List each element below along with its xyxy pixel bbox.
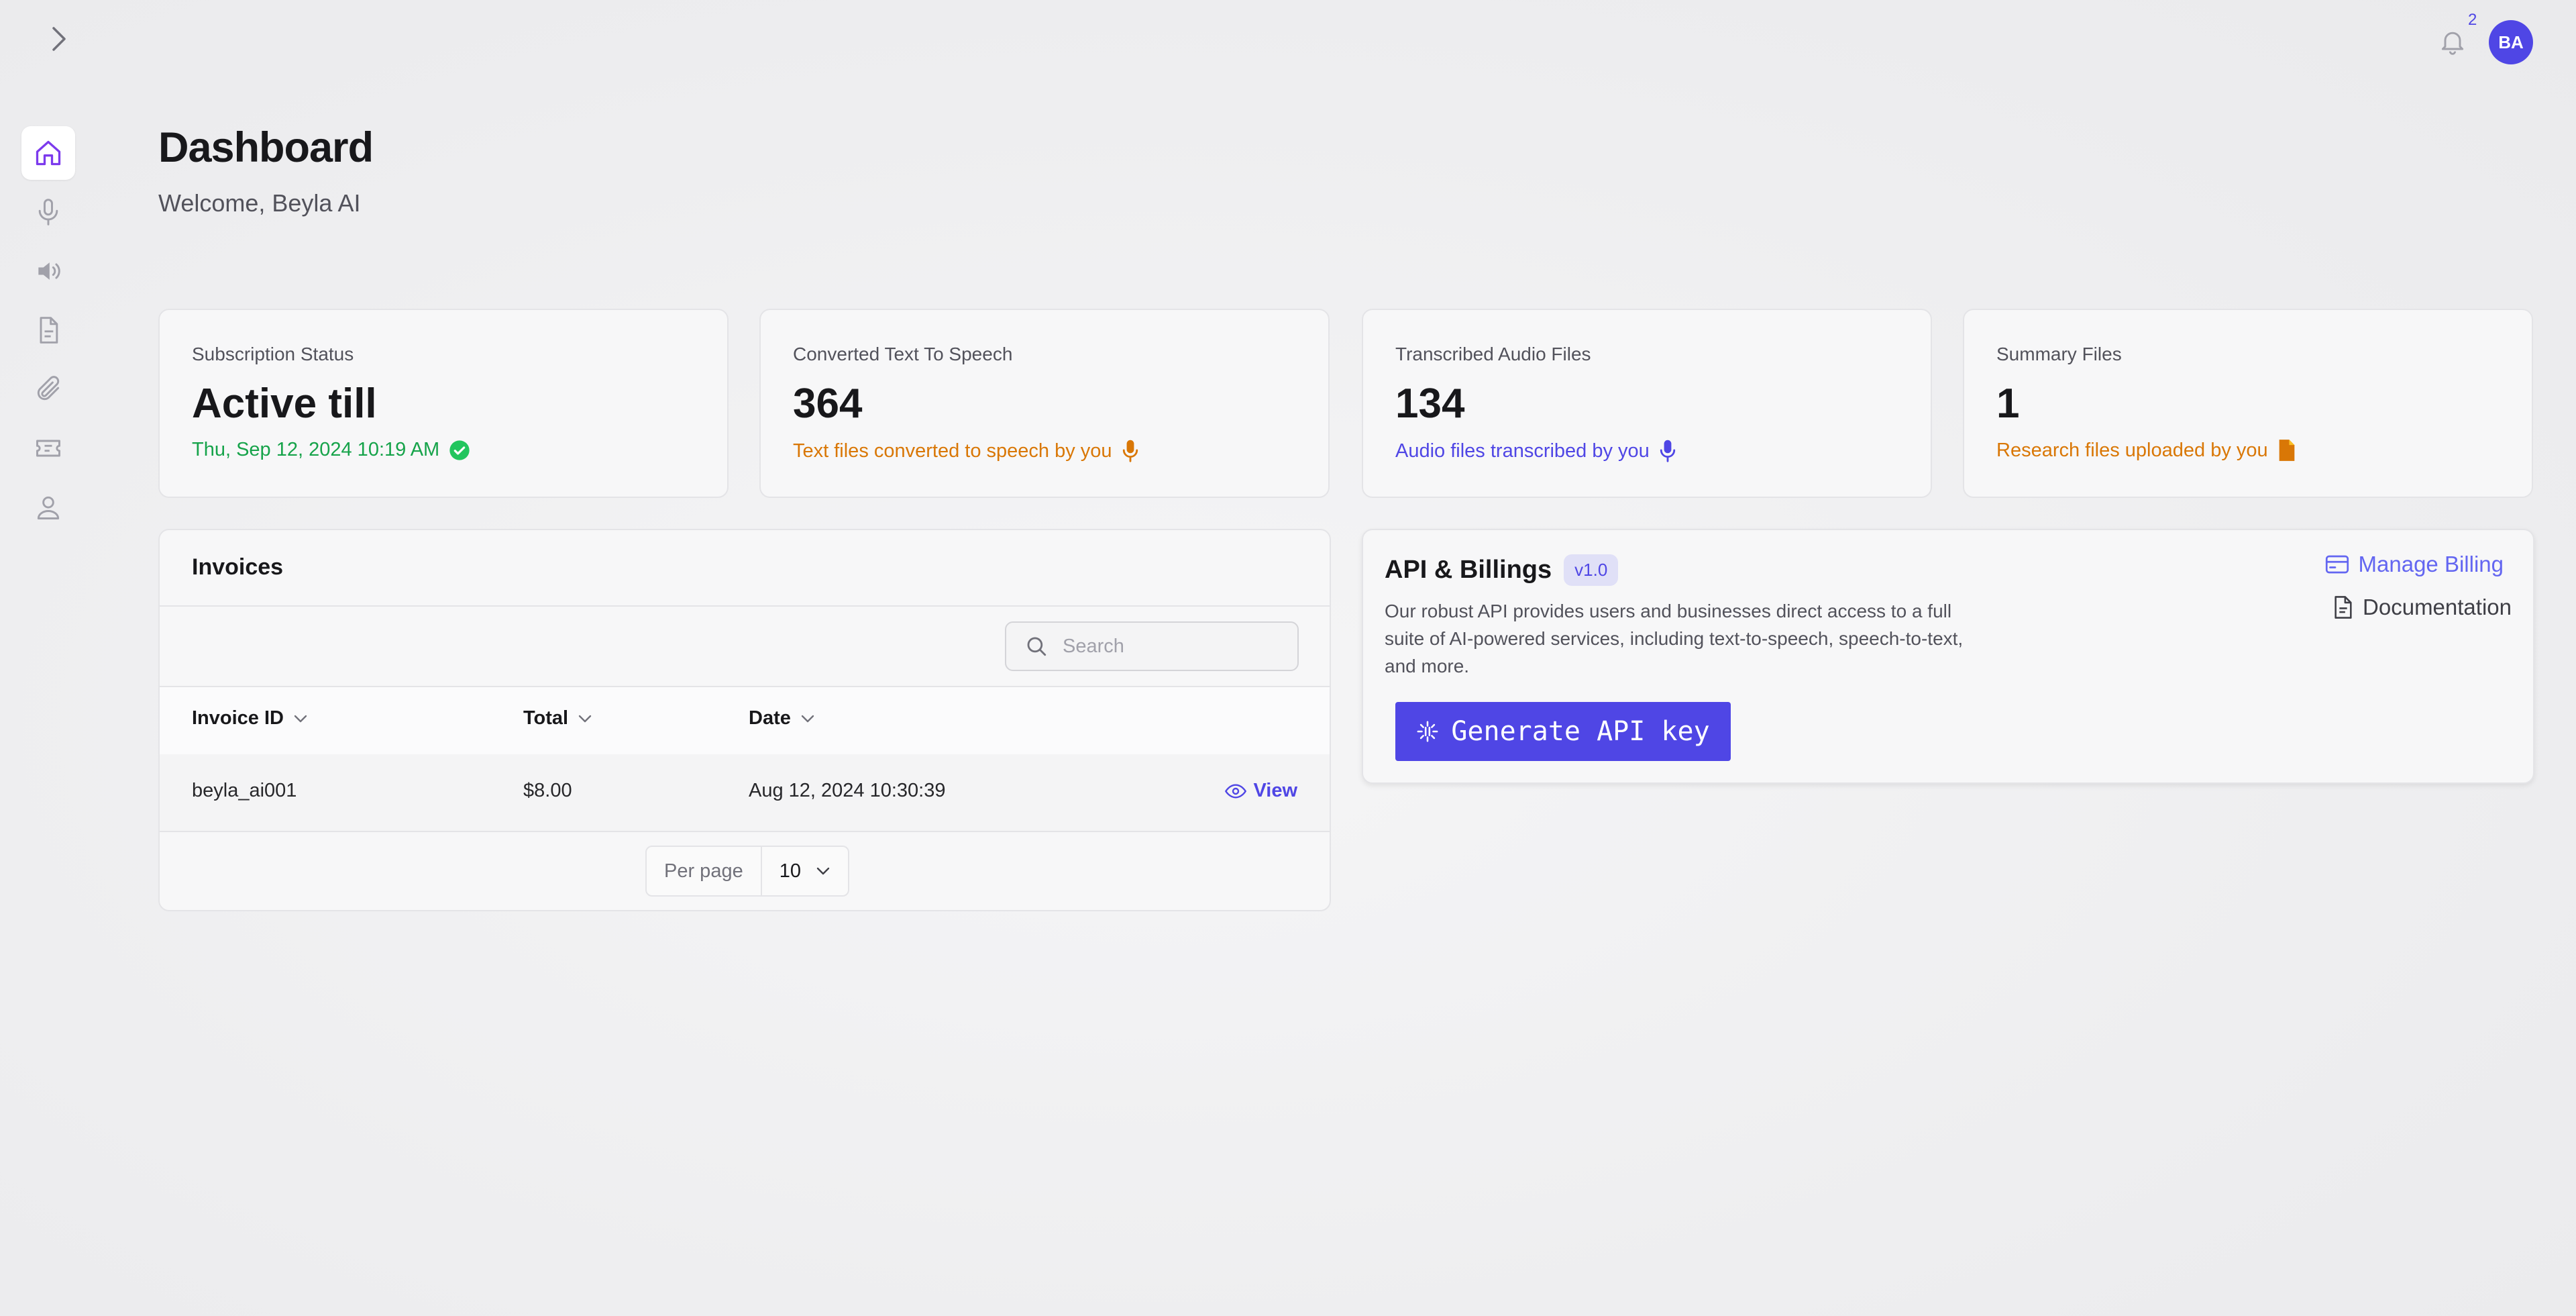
invoice-search[interactable]: [1005, 621, 1299, 671]
expand-sidebar-button[interactable]: [44, 24, 74, 54]
search-input[interactable]: [1061, 634, 1279, 658]
cell-invoice-id: beyla_ai001: [192, 780, 297, 801]
divider: [160, 605, 1330, 607]
transcribed-audio-card: Transcribed Audio Files 134 Audio files …: [1362, 309, 1932, 498]
sidebar-item-profile[interactable]: [21, 480, 75, 534]
notification-count: 2: [2468, 11, 2477, 29]
stat-note: Thu, Sep 12, 2024 10:19 AM: [192, 439, 470, 461]
api-billing-card: API & Billings v1.0 Our robust API provi…: [1362, 529, 2534, 784]
chevron-right-icon: [52, 27, 66, 51]
column-date[interactable]: Date: [749, 707, 815, 729]
version-badge: v1.0: [1564, 554, 1619, 586]
microphone-icon: [1660, 440, 1675, 462]
stat-value: 1: [1996, 381, 2020, 427]
sidebar-item-attachments[interactable]: [21, 362, 75, 416]
per-page-label: Per page: [647, 847, 762, 895]
stat-note-text: Thu, Sep 12, 2024 10:19 AM: [192, 439, 440, 460]
column-total[interactable]: Total: [523, 707, 592, 729]
stat-note: Text files converted to speech by you: [793, 439, 1139, 463]
microphone-icon: [38, 199, 58, 225]
stat-label: Subscription Status: [192, 344, 354, 364]
user-icon: [37, 496, 60, 519]
bell-icon: [2441, 32, 2464, 55]
page-title: Dashboard: [158, 124, 374, 171]
text-to-speech-card: Converted Text To Speech 364 Text files …: [759, 309, 1330, 498]
credit-card-icon: [2325, 555, 2349, 574]
stat-value: 134: [1395, 381, 1465, 427]
microphone-icon: [1122, 440, 1138, 462]
chevron-down-icon: [294, 715, 307, 722]
pagination: Per page 10: [645, 846, 849, 897]
stat-value: Active till: [192, 381, 377, 427]
ticket-icon: [36, 440, 60, 457]
sidebar-item-home[interactable]: [21, 126, 75, 180]
manage-billing-label: Manage Billing: [2358, 552, 2504, 576]
cell-total: $8.00: [523, 780, 572, 801]
speaker-icon: [38, 262, 60, 280]
file-icon: [2279, 440, 2294, 461]
sidebar-item-speech-to-text[interactable]: [21, 185, 75, 239]
column-label: Total: [523, 707, 569, 729]
divider: [160, 686, 1330, 687]
eye-icon: [1225, 783, 1247, 799]
notifications-button[interactable]: [2435, 24, 2470, 59]
manage-billing-link[interactable]: Manage Billing: [2325, 552, 2504, 577]
chevron-down-icon: [816, 867, 830, 875]
search-icon: [1027, 637, 1046, 656]
check-circle-icon: [449, 440, 470, 460]
column-label: Date: [749, 707, 791, 729]
per-page-value: 10: [779, 860, 801, 882]
table-header: Invoice ID Total Date: [160, 687, 1330, 754]
view-invoice-button[interactable]: View: [1225, 780, 1297, 802]
document-icon: [40, 317, 58, 344]
invoices-card: Invoices Invoice ID Total Date beyla_ai0…: [158, 529, 1331, 911]
paperclip-icon: [37, 376, 60, 401]
subscription-status-card: Subscription Status Active till Thu, Sep…: [158, 309, 729, 498]
stat-value: 364: [793, 381, 863, 427]
stat-label: Summary Files: [1996, 344, 2122, 364]
stat-label: Converted Text To Speech: [793, 344, 1013, 364]
chevron-down-icon: [578, 715, 592, 722]
stat-note-text: Text files converted to speech by you: [793, 440, 1112, 462]
api-title: API & Billings v1.0: [1385, 554, 1619, 586]
table-row: beyla_ai001 $8.00 Aug 12, 2024 10:30:39 …: [160, 754, 1330, 831]
sparkle-icon: [1417, 721, 1438, 742]
document-icon: [2334, 596, 2352, 619]
stat-note-text: Audio files transcribed by you: [1395, 440, 1650, 462]
avatar[interactable]: BA: [2489, 20, 2533, 64]
stat-note-text: Research files uploaded by you: [1996, 439, 2268, 461]
home-icon: [36, 140, 61, 166]
column-invoice-id[interactable]: Invoice ID: [192, 707, 308, 729]
sidebar-item-text-to-speech[interactable]: [21, 244, 75, 298]
divider: [160, 831, 1330, 832]
stat-label: Transcribed Audio Files: [1395, 344, 1591, 364]
sidebar-item-billing[interactable]: [21, 421, 75, 475]
stat-note: Research files uploaded by you: [1996, 439, 2296, 462]
generate-api-key-button[interactable]: Generate API key: [1395, 702, 1731, 761]
summary-files-card: Summary Files 1 Research files uploaded …: [1963, 309, 2533, 498]
column-label: Invoice ID: [192, 707, 284, 729]
sidebar-item-documents[interactable]: [21, 303, 75, 357]
documentation-label: Documentation: [2363, 595, 2512, 619]
per-page-select[interactable]: 10: [762, 847, 848, 895]
stat-note: Audio files transcribed by you: [1395, 439, 1676, 463]
cell-date: Aug 12, 2024 10:30:39: [749, 780, 946, 801]
invoices-title: Invoices: [192, 554, 284, 580]
chevron-down-icon: [801, 715, 814, 722]
api-title-text: API & Billings: [1385, 556, 1552, 584]
generate-label: Generate API key: [1451, 716, 1710, 747]
api-description: Our robust API provides users and busine…: [1385, 601, 1964, 676]
welcome-text: Welcome, Beyla AI: [158, 189, 361, 217]
view-label: View: [1253, 780, 1297, 801]
documentation-link[interactable]: Documentation: [2333, 595, 2512, 620]
